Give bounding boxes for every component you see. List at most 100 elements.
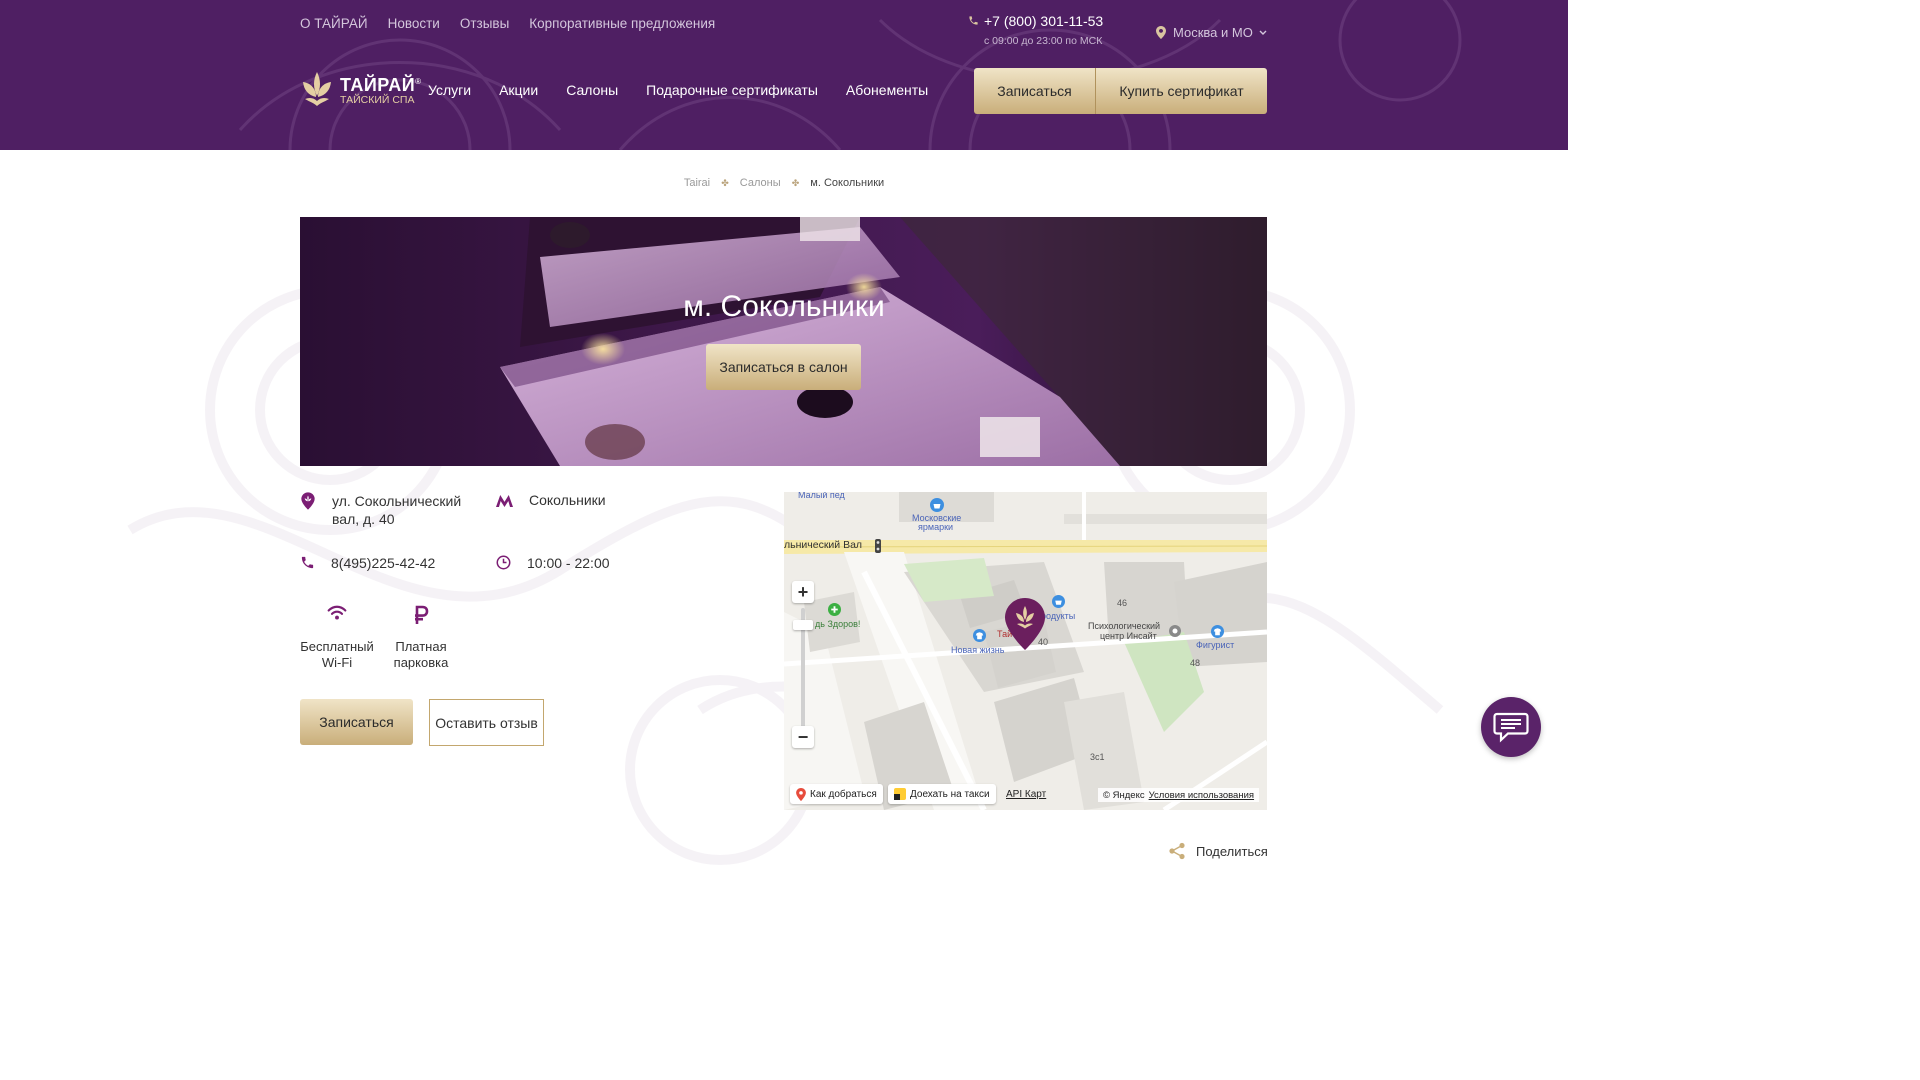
clock-icon [496, 555, 511, 570]
signup-button[interactable]: Записаться [300, 699, 413, 745]
clothing-store-icon [1211, 625, 1224, 638]
address-line-1: ул. Сокольнический [332, 493, 462, 509]
map-taxi-button[interactable]: Доехать на такси [888, 784, 996, 804]
city-label: Москва и МО [1173, 25, 1253, 40]
logo-registered: ® [415, 76, 422, 86]
map-label-new-life: Новая жизнь [951, 645, 1005, 655]
nav-promotions[interactable]: Акции [499, 82, 538, 98]
hours-row: 10:00 - 22:00 [496, 555, 610, 571]
map[interactable]: Малый пед Московские ярмарки льнический … [784, 492, 1267, 810]
contact-block: +7 (800) 301-11-53 с 09:00 до 23:00 по М… [968, 13, 1103, 47]
location-pin-icon [1156, 26, 1166, 39]
logo[interactable]: ТАЙРАЙ® ТАЙСКИЙ СПА [300, 70, 422, 108]
phone-icon [969, 16, 978, 25]
breadcrumb-current: м. Сокольники [810, 177, 885, 189]
map-label-psych-1: Психологический [1088, 621, 1161, 631]
city-selector[interactable]: Москва и МО [1155, 25, 1267, 40]
metro-icon [496, 495, 513, 507]
poi-dot-icon [1169, 625, 1181, 637]
traffic-light-icon [875, 539, 881, 553]
address-row: ул. Сокольнический вал, д. 40 [300, 492, 461, 528]
metro-row: Сокольники [496, 492, 606, 508]
chat-icon [1493, 712, 1529, 743]
phone-icon [301, 556, 314, 569]
shopping-basket-icon [1052, 595, 1065, 608]
map-label-market-2: ярмарки [918, 522, 954, 532]
shopping-basket-icon [930, 498, 944, 512]
breadcrumb-home[interactable]: Tairai [684, 177, 710, 189]
hero-signup-button[interactable]: Записаться в салон [706, 344, 861, 390]
location-pin-icon [301, 492, 315, 510]
hero-photo [300, 217, 1267, 466]
map-label-products: родукты [1041, 611, 1076, 621]
map-zoom-in-button[interactable]: + [792, 581, 814, 603]
map-terms-link[interactable]: Условия использования [1149, 790, 1254, 801]
map-label-n46: 46 [1117, 598, 1128, 608]
site-header: О ТАЙРАЙ Новости Отзывы Корпоративные пр… [0, 0, 1568, 150]
map-label-health: дь Здоров! [815, 619, 861, 629]
header-signup-button[interactable]: Записаться [974, 68, 1096, 114]
salon-hours: 10:00 - 22:00 [527, 555, 610, 571]
buy-certificate-button[interactable]: Купить сертификат [1096, 68, 1267, 114]
salon-map-marker-icon[interactable] [1005, 598, 1045, 650]
map-zoom-handle[interactable] [793, 620, 813, 630]
map-label-n3c1: 3с1 [1090, 752, 1105, 762]
amenity-parking-line1: Платная [395, 639, 447, 654]
map-copyright-text: © Яндекс [1103, 789, 1145, 801]
header-button-group: Записаться Купить сертификат [974, 68, 1267, 114]
nav-gift-certificates[interactable]: Подарочные сертификаты [646, 82, 818, 98]
hero-title: м. Сокольники [683, 290, 885, 323]
top-nav-corporate[interactable]: Корпоративные предложения [529, 16, 715, 31]
map-label-top-street: Малый пед [798, 492, 845, 500]
share-icon [1169, 842, 1185, 860]
hero-banner [300, 217, 1267, 466]
amenity-parking: Платная парковка [390, 605, 452, 671]
chat-widget-button[interactable] [1481, 697, 1541, 757]
breadcrumb-salons[interactable]: Салоны [740, 177, 781, 189]
breadcrumb-separator-icon: ✤ [721, 178, 729, 188]
map-route-button[interactable]: Как добраться [790, 784, 883, 804]
nav-services[interactable]: Услуги [428, 82, 471, 98]
main-nav: Услуги Акции Салоны Подарочные сертифика… [428, 82, 928, 98]
nav-subscriptions[interactable]: Абонементы [846, 82, 928, 98]
breadcrumb-separator-icon: ✤ [791, 178, 800, 188]
map-api-link[interactable]: API Карт [1006, 789, 1046, 800]
chevron-down-icon [1259, 30, 1267, 35]
top-nav: О ТАЙРАЙ Новости Отзывы Корпоративные пр… [300, 16, 715, 31]
map-copyright: © Яндекс Условия использования [1098, 788, 1260, 802]
ruble-icon [415, 605, 429, 624]
metro-station: Сокольники [529, 492, 606, 508]
salon-phone[interactable]: 8(495)225-42-42 [331, 555, 435, 571]
address-line-2: вал, д. 40 [332, 511, 395, 527]
phone-row: 8(495)225-42-42 [300, 555, 435, 571]
map-route-label: Как добраться [810, 788, 877, 800]
map-label-figurist: Фигурист [1196, 640, 1235, 650]
map-label-n48: 48 [1190, 658, 1201, 668]
logo-name: ТАЙРАЙ [340, 74, 416, 95]
amenity-wifi-line1: Бесплатный [300, 639, 374, 654]
map-zoom-out-button[interactable]: − [792, 726, 814, 748]
header-hours: с 09:00 до 23:00 по МСК [984, 35, 1103, 47]
nav-salons[interactable]: Салоны [566, 82, 618, 98]
lotus-logo-icon [303, 72, 331, 106]
pharmacy-icon [828, 603, 841, 616]
amenity-wifi-line2: Wi-Fi [321, 655, 353, 670]
amenity-parking-line2: парковка [393, 655, 449, 670]
map-label-street: льнический Вал [784, 539, 863, 551]
top-nav-news[interactable]: Новости [388, 16, 440, 31]
breadcrumb: Tairai ✤ Салоны ✤ м. Сокольники [0, 177, 1568, 189]
top-nav-reviews[interactable]: Отзывы [460, 16, 509, 31]
top-nav-about[interactable]: О ТАЙРАЙ [300, 16, 368, 31]
share-button[interactable]: Поделиться [1168, 842, 1268, 860]
taxi-icon [894, 788, 906, 800]
logo-subtitle: ТАЙСКИЙ СПА [340, 93, 415, 106]
wifi-icon [327, 605, 347, 620]
map-label-psych-2: центр Инсайт [1100, 631, 1157, 641]
map-taxi-label: Доехать на такси [910, 788, 990, 800]
leave-review-button[interactable]: Оставить отзыв [429, 699, 544, 746]
header-ornament [238, 0, 1462, 150]
clothing-store-icon [973, 629, 986, 642]
header-phone[interactable]: +7 (800) 301-11-53 [984, 13, 1118, 29]
amenity-wifi: Бесплатный Wi-Fi [300, 605, 374, 671]
route-pin-icon [796, 787, 806, 801]
